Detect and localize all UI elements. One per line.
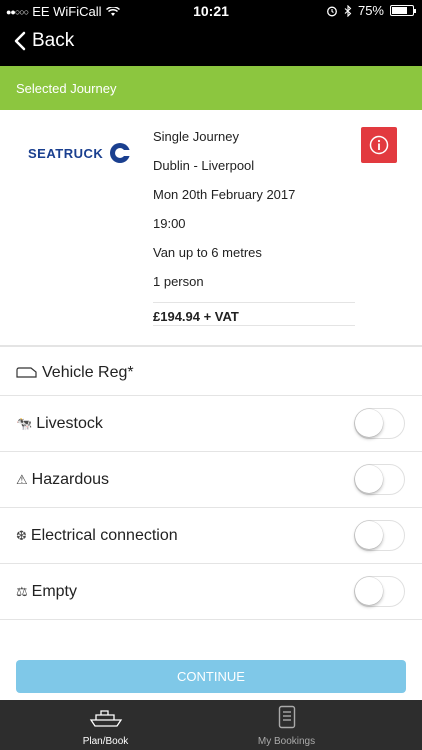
tab-bar: Plan/Book My Bookings bbox=[0, 700, 422, 750]
tab-my-bookings-label: My Bookings bbox=[257, 736, 316, 747]
bluetooth-icon bbox=[344, 4, 352, 17]
toggle-knob bbox=[355, 521, 383, 549]
journey-card: SEATRUCK Single Journey Dublin - Liverpo… bbox=[0, 110, 422, 346]
toggle-label-electrical: ❆ Electrical connection bbox=[16, 527, 178, 545]
vehicle-reg-field[interactable]: Vehicle Reg* bbox=[16, 364, 134, 382]
journey-details: Single Journey Dublin - Liverpool Mon 20… bbox=[153, 128, 355, 326]
journey-vehicle: Van up to 6 metres bbox=[153, 245, 262, 260]
vehicle-reg-label: Vehicle Reg* bbox=[42, 364, 134, 381]
chevron-left-icon bbox=[14, 31, 26, 51]
journey-time: 19:00 bbox=[153, 216, 186, 231]
journey-type: Single Journey bbox=[153, 129, 239, 144]
journey-passengers: 1 person bbox=[153, 274, 204, 289]
livestock-label: Livestock bbox=[36, 415, 103, 432]
bookings-icon bbox=[181, 704, 392, 730]
info-button[interactable] bbox=[361, 127, 397, 163]
toggle-row-empty: ⚖ Empty bbox=[0, 564, 422, 620]
seatruck-logo-icon bbox=[110, 143, 132, 163]
empty-label: Empty bbox=[31, 583, 77, 600]
ship-icon bbox=[0, 704, 211, 730]
van-icon bbox=[16, 367, 38, 379]
livestock-icon: 🐄 bbox=[16, 416, 33, 431]
electrical-icon: ❆ bbox=[16, 528, 27, 543]
toggle-row-electrical: ❆ Electrical connection bbox=[0, 508, 422, 564]
battery-icon bbox=[390, 5, 416, 16]
status-bar: ●●○○○ EE WiFiCall 10:21 75% bbox=[0, 0, 422, 22]
back-button[interactable]: Back bbox=[14, 30, 74, 52]
continue-button[interactable]: CONTINUE bbox=[16, 660, 406, 693]
hazardous-label: Hazardous bbox=[31, 471, 110, 488]
logo-text: SEATRUCK bbox=[28, 145, 104, 161]
battery-percent: 75% bbox=[357, 3, 384, 18]
electrical-label: Electrical connection bbox=[30, 527, 178, 544]
toggle-row-hazardous: ⚠ Hazardous bbox=[0, 452, 422, 508]
info-icon bbox=[369, 135, 389, 155]
scales-icon: ⚖ bbox=[16, 584, 28, 599]
status-right: 75% bbox=[326, 3, 416, 18]
tab-plan-book-label: Plan/Book bbox=[82, 736, 129, 747]
hazardous-toggle[interactable] bbox=[354, 464, 405, 495]
toggle-knob bbox=[355, 577, 383, 605]
seatruck-logo: SEATRUCK bbox=[28, 142, 132, 164]
journey-price: £194.94 + VAT bbox=[153, 302, 355, 326]
nav-bar: Back bbox=[0, 22, 422, 66]
vehicle-reg-row[interactable]: Vehicle Reg* bbox=[0, 346, 422, 396]
empty-toggle[interactable] bbox=[354, 576, 405, 607]
journey-route: Dublin - Liverpool bbox=[153, 158, 255, 173]
toggle-knob bbox=[355, 465, 383, 493]
journey-date: Mon 20th February 2017 bbox=[153, 187, 296, 202]
battery-fill bbox=[392, 7, 407, 14]
hazard-icon: ⚠ bbox=[16, 472, 28, 487]
toggle-label-livestock: 🐄 Livestock bbox=[16, 415, 103, 433]
alarm-icon bbox=[327, 6, 337, 16]
tab-my-bookings[interactable]: My Bookings bbox=[181, 704, 392, 747]
livestock-toggle[interactable] bbox=[354, 408, 405, 439]
section-header: Selected Journey bbox=[0, 66, 422, 110]
toggle-knob bbox=[355, 409, 383, 437]
toggle-label-empty: ⚖ Empty bbox=[16, 583, 77, 601]
electrical-toggle[interactable] bbox=[354, 520, 405, 551]
back-label: Back bbox=[32, 30, 75, 51]
toggle-label-hazardous: ⚠ Hazardous bbox=[16, 471, 109, 489]
toggle-row-livestock: 🐄 Livestock bbox=[0, 396, 422, 452]
tab-plan-book[interactable]: Plan/Book bbox=[0, 704, 211, 747]
